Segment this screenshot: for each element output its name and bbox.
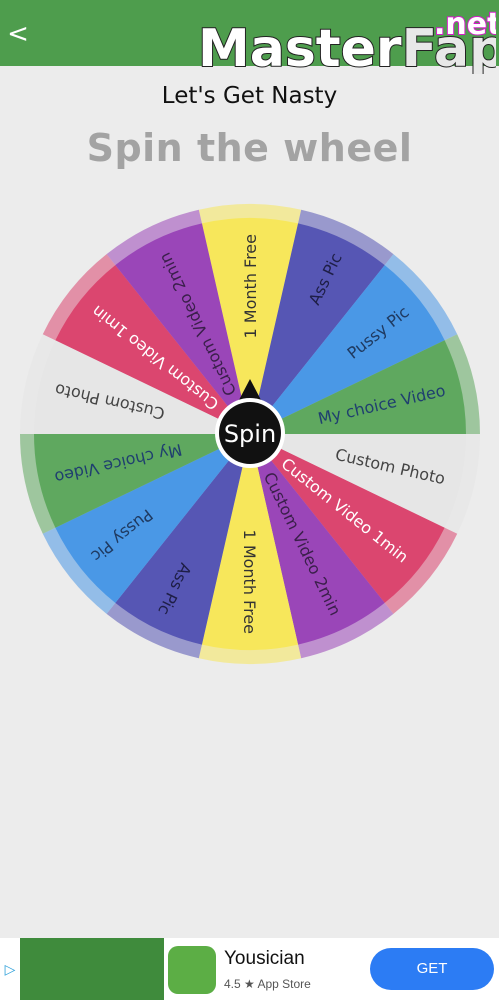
get-button[interactable]: GET bbox=[370, 948, 494, 990]
prize-wheel[interactable]: 1 Month Free Ass Pic Pussy Pic My choice Vi… bbox=[19, 203, 481, 665]
ad-app-name: Yousician bbox=[224, 948, 305, 969]
watermark-part1: Master bbox=[198, 19, 402, 74]
watermark-part3: .net bbox=[434, 7, 496, 42]
page-title: Spin the wheel bbox=[86, 126, 413, 170]
ad-image[interactable] bbox=[20, 938, 164, 1000]
watermark-logo: MasterFap .net bbox=[197, 6, 496, 74]
app-icon[interactable] bbox=[168, 946, 216, 994]
page-subtitle: Let's Get Nasty bbox=[161, 83, 338, 109]
ad-choices-icon[interactable]: ▷ bbox=[1, 960, 19, 1000]
back-button[interactable]: < bbox=[4, 18, 32, 50]
ad-banner[interactable]: ▷ Yousician 4.5 ★ App Store GET bbox=[0, 938, 499, 1000]
chevron-left-icon: < bbox=[7, 19, 29, 49]
ad-rating: 4.5 ★ App Store bbox=[224, 977, 311, 991]
wheel-segment-label-1: 1 Month Free bbox=[241, 234, 260, 338]
spin-button-label: Spin bbox=[224, 420, 276, 448]
wheel-svg: 1 Month Free Ass PicPussy PicMy choice Vi… bbox=[20, 204, 480, 664]
wheel-segment-label-8: 1 Month Free bbox=[240, 530, 259, 634]
